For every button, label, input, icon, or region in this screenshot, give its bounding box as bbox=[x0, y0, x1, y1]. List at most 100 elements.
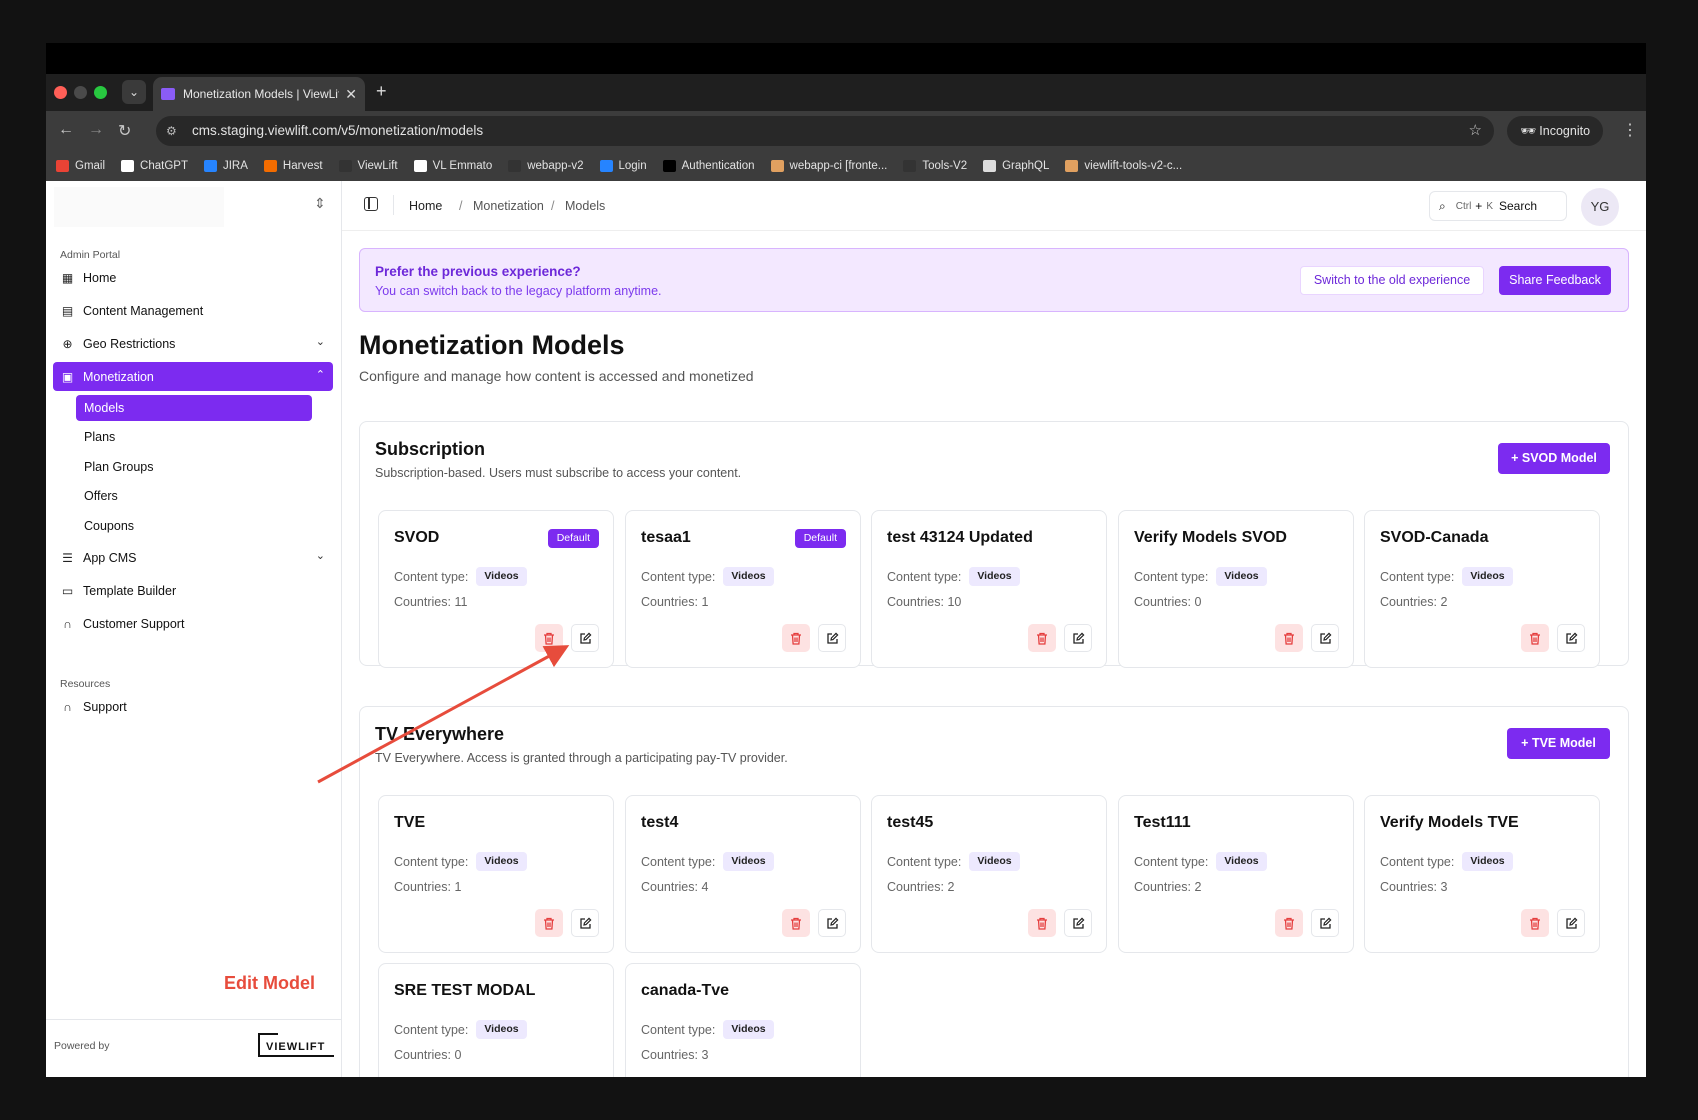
delete-model-button[interactable] bbox=[782, 909, 810, 937]
sidebar-subitem-models[interactable]: Models bbox=[76, 395, 312, 421]
delete-model-button[interactable] bbox=[782, 624, 810, 652]
content-type-label: Content type: bbox=[1134, 854, 1209, 869]
browser-tab[interactable]: Monetization Models | ViewLift ✕ bbox=[153, 77, 365, 111]
share-feedback-button[interactable]: Share Feedback bbox=[1499, 266, 1611, 295]
delete-model-button[interactable] bbox=[1028, 624, 1056, 652]
delete-model-button[interactable] bbox=[1028, 909, 1056, 937]
sidebar-item-label: Home bbox=[83, 270, 117, 285]
content-type-badge: Videos bbox=[1462, 567, 1513, 586]
bookmark-item[interactable]: Tools-V2 bbox=[903, 160, 967, 172]
bookmark-item[interactable]: ViewLift bbox=[338, 160, 398, 172]
delete-model-button[interactable] bbox=[535, 624, 563, 652]
add-tve-model-button[interactable]: + TVE Model bbox=[1507, 728, 1610, 759]
incognito-indicator[interactable]: 🕶 Incognito bbox=[1507, 116, 1603, 146]
model-card: test45 Content type: Videos Countries: 2 bbox=[871, 795, 1107, 953]
sidebar-item-monetization[interactable]: ▣ Monetization ⌃ bbox=[53, 362, 333, 391]
edit-model-button[interactable] bbox=[1311, 624, 1339, 652]
breadcrumb-separator: / bbox=[459, 199, 463, 213]
minimize-window-button[interactable] bbox=[74, 86, 87, 99]
search-button[interactable]: ⌕ Ctrl + K Search bbox=[1429, 191, 1567, 221]
switch-old-experience-button[interactable]: Switch to the old experience bbox=[1300, 266, 1484, 295]
bookmark-item[interactable]: webapp-v2 bbox=[508, 160, 584, 172]
reload-icon[interactable]: ↻ bbox=[118, 121, 131, 141]
edit-icon bbox=[826, 632, 839, 645]
sidebar-item-label: App CMS bbox=[83, 550, 137, 565]
edit-model-button[interactable] bbox=[818, 624, 846, 652]
edit-model-button[interactable] bbox=[571, 909, 599, 937]
bookmark-item[interactable]: webapp-ci [fronte... bbox=[770, 160, 888, 172]
bookmark-item[interactable]: Login bbox=[599, 160, 647, 172]
content-type-row: Content type: Videos bbox=[887, 567, 1020, 586]
model-card: Verify Models TVE Content type: Videos Coun… bbox=[1364, 795, 1600, 953]
content-type-label: Content type: bbox=[887, 569, 962, 584]
toggle-sidebar-icon[interactable] bbox=[364, 197, 378, 211]
edit-model-button[interactable] bbox=[1557, 909, 1585, 937]
site-settings-icon[interactable]: ⚙ bbox=[166, 116, 177, 146]
countries-value: 10 bbox=[947, 595, 962, 609]
sidebar-item-content-management[interactable]: ▤ Content Management bbox=[53, 296, 333, 325]
model-card: canada-Tve Content type: Videos Countries: … bbox=[625, 963, 861, 1077]
sidebar-item-geo-restrictions[interactable]: ⊕ Geo Restrictions ⌄ bbox=[53, 329, 333, 358]
delete-model-button[interactable] bbox=[1275, 624, 1303, 652]
countries-row: Countries: 0 bbox=[394, 1048, 461, 1062]
sidebar: ⇕ Admin Portal ▦ Home ▤ Content Management… bbox=[46, 181, 342, 1077]
breadcrumb-monetization[interactable]: Monetization bbox=[473, 199, 544, 213]
address-bar[interactable]: ⚙ cms.staging.viewlift.com/v5/monetizati… bbox=[156, 116, 1494, 146]
tab-search-chevron-icon[interactable]: ⌄ bbox=[122, 80, 146, 104]
subscription-section: Subscription Subscription-based. Users m… bbox=[359, 421, 1629, 668]
sidebar-subitem-plan-groups[interactable]: Plan Groups bbox=[76, 454, 312, 480]
countries-label: Countries: bbox=[1134, 880, 1195, 894]
back-arrow-icon[interactable]: ← bbox=[58, 121, 74, 139]
edit-model-button[interactable] bbox=[818, 909, 846, 937]
new-tab-plus-icon[interactable]: + bbox=[376, 81, 387, 102]
edit-model-button[interactable] bbox=[1311, 909, 1339, 937]
bookmark-favicon-icon bbox=[338, 160, 352, 172]
close-window-button[interactable] bbox=[54, 86, 67, 99]
bookmark-item[interactable]: JIRA bbox=[203, 160, 248, 172]
bookmark-label: GraphQL bbox=[1002, 160, 1050, 172]
model-name: canada-Tve bbox=[641, 982, 730, 999]
bookmark-item[interactable]: VL Emmato bbox=[413, 160, 492, 172]
bookmark-item[interactable]: viewlift-tools-v2-c... bbox=[1065, 160, 1182, 172]
banner-subtitle: You can switch back to the legacy platfo… bbox=[375, 284, 662, 298]
avatar[interactable]: YG bbox=[1581, 188, 1619, 226]
edit-model-button[interactable] bbox=[1557, 624, 1585, 652]
sidebar-item-customer-support[interactable]: ∩ Customer Support bbox=[53, 609, 333, 638]
delete-model-button[interactable] bbox=[535, 909, 563, 937]
browser-menu-icon[interactable]: ⋮ bbox=[1622, 120, 1638, 140]
bookmark-star-icon[interactable]: ☆ bbox=[1469, 116, 1482, 146]
search-shortcut-ctrl: Ctrl bbox=[1455, 200, 1472, 212]
content-type-row: Content type: Videos bbox=[641, 567, 774, 586]
sidebar-subitem-coupons[interactable]: Coupons bbox=[76, 513, 312, 539]
bookmark-item[interactable]: GraphQL bbox=[983, 160, 1049, 172]
delete-model-button[interactable] bbox=[1521, 624, 1549, 652]
model-card: Test111 Content type: Videos Countries: 2 bbox=[1118, 795, 1354, 953]
trash-icon bbox=[1283, 632, 1295, 645]
sidebar-subitem-offers[interactable]: Offers bbox=[76, 483, 312, 509]
edit-model-button[interactable] bbox=[1064, 624, 1092, 652]
headset-icon: ∩ bbox=[63, 616, 72, 631]
edit-model-button[interactable] bbox=[571, 624, 599, 652]
breadcrumb-home[interactable]: Home bbox=[409, 199, 442, 213]
model-name: test 43124 Updated bbox=[887, 529, 1033, 546]
bookmark-label: webapp-ci [fronte... bbox=[789, 160, 888, 172]
delete-model-button[interactable] bbox=[1275, 909, 1303, 937]
sidebar-item-home[interactable]: ▦ Home bbox=[53, 263, 333, 292]
maximize-window-button[interactable] bbox=[94, 86, 107, 99]
bookmark-item[interactable]: ChatGPT bbox=[121, 160, 188, 172]
org-switcher-chevron-icon[interactable]: ⇕ bbox=[314, 195, 326, 212]
sidebar-item-support[interactable]: ∩ Support bbox=[53, 692, 333, 721]
close-tab-icon[interactable]: ✕ bbox=[345, 86, 357, 103]
bookmark-label: JIRA bbox=[222, 160, 248, 172]
add-svod-model-button[interactable]: + SVOD Model bbox=[1498, 443, 1610, 474]
delete-model-button[interactable] bbox=[1521, 909, 1549, 937]
edit-model-button[interactable] bbox=[1064, 909, 1092, 937]
sidebar-subitem-plans[interactable]: Plans bbox=[76, 424, 312, 450]
forward-arrow-icon[interactable]: → bbox=[88, 121, 104, 139]
sidebar-item-app-cms[interactable]: ☰ App CMS ⌄ bbox=[53, 543, 333, 572]
sidebar-item-template-builder[interactable]: ▭ Template Builder bbox=[53, 576, 333, 605]
bookmark-item[interactable]: Authentication bbox=[662, 160, 755, 172]
bookmark-item[interactable]: Harvest bbox=[263, 160, 323, 172]
content-type-row: Content type: Videos bbox=[1380, 567, 1513, 586]
bookmark-item[interactable]: Gmail bbox=[56, 160, 105, 172]
